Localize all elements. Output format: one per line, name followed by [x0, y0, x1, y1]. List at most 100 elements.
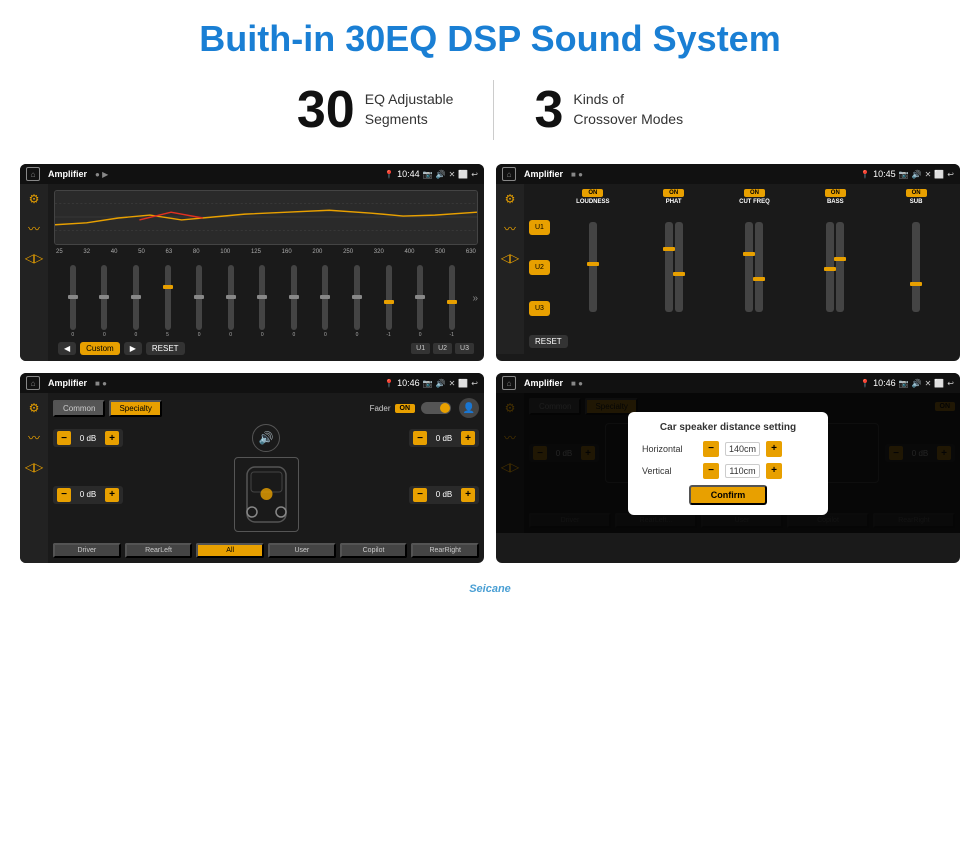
u2-btn[interactable]: U2: [433, 343, 452, 354]
sidebar-icon-eq[interactable]: ⚙: [29, 192, 40, 206]
distance-dialog: Car speaker distance setting Horizontal …: [628, 412, 828, 515]
sidebar-icon-wave3[interactable]: 〰: [28, 429, 40, 446]
person-icon: 👤: [459, 398, 479, 418]
speaker-layout: − 0 dB + 🔊 −: [53, 424, 479, 537]
specialty-tab[interactable]: Specialty: [109, 400, 161, 417]
crossover-stat: 3 Kinds of Crossover Modes: [494, 80, 723, 140]
dialog-title: Car speaker distance setting: [642, 422, 814, 433]
eq-nav: U1 U2 U3: [411, 343, 474, 354]
eq-graph: [54, 190, 478, 245]
u1-btn[interactable]: U1: [411, 343, 430, 354]
screen-body-4: ⚙ 〰 ◁▷ Common Specialty ON −0 dB+ −0 dB+…: [496, 393, 960, 533]
sidebar-icon-vol2[interactable]: ◁▷: [501, 251, 519, 265]
user-btn[interactable]: User: [268, 543, 336, 558]
fr-minus[interactable]: −: [413, 431, 427, 445]
sidebar-icon-vol3[interactable]: ◁▷: [25, 460, 43, 474]
bass-col: ON BASS: [796, 189, 874, 327]
status-bar-2: ⌂ Amplifier ■ ● 📍 10:45 📷 🔊 ✕ ⬜ ↩: [496, 164, 960, 184]
rl-plus[interactable]: +: [105, 488, 119, 502]
phat-col: ON PHAT: [635, 189, 713, 327]
play-prev-btn[interactable]: ◀: [58, 342, 76, 355]
horizontal-plus[interactable]: +: [766, 441, 782, 457]
home-icon-3[interactable]: ⌂: [26, 376, 40, 390]
sidebar-icon-eq3[interactable]: ⚙: [29, 401, 40, 415]
loudness-on[interactable]: ON: [582, 189, 603, 197]
u3-xo-btn[interactable]: U3: [529, 301, 550, 316]
cutfreq-on[interactable]: ON: [744, 189, 765, 197]
rl-minus[interactable]: −: [57, 488, 71, 502]
loudness-col: ON LOUDNESS: [554, 189, 632, 327]
sidebar-3: ⚙ 〰 ◁▷: [20, 393, 48, 563]
sidebar-icon-wave2[interactable]: 〰: [504, 220, 516, 237]
front-left-db: − 0 dB +: [53, 429, 123, 447]
home-icon-4[interactable]: ⌂: [502, 376, 516, 390]
rearleft-btn[interactable]: RearLeft: [125, 543, 193, 558]
u1-xo-btn[interactable]: U1: [529, 220, 550, 235]
screen-fader: ⌂ Amplifier ■ ● 📍 10:46 📷 🔊 ✕ ⬜ ↩ ⚙ 〰 ◁▷: [20, 373, 484, 563]
fader-label: Fader: [370, 404, 391, 413]
eq-text: EQ Adjustable Segments: [365, 90, 454, 129]
crossover-text: Kinds of Crossover Modes: [573, 90, 683, 129]
crossover-main: U1 U2 U3 ON LOUDNESS: [524, 184, 960, 354]
confirm-btn[interactable]: Confirm: [689, 485, 768, 505]
fl-plus[interactable]: +: [105, 431, 119, 445]
eq-arrow[interactable]: »: [472, 293, 478, 304]
screen-body-2: ⚙ 〰 ◁▷ U1 U2 U3 ON: [496, 184, 960, 354]
app-title-4: Amplifier: [524, 378, 563, 388]
sub-on[interactable]: ON: [906, 189, 927, 197]
screen-crossover: ⌂ Amplifier ■ ● 📍 10:45 📷 🔊 ✕ ⬜ ↩ ⚙ 〰 ◁▷: [496, 164, 960, 361]
sidebar-icon-eq2[interactable]: ⚙: [505, 192, 516, 206]
app-title-3: Amplifier: [48, 378, 87, 388]
horizontal-value: 140cm: [725, 442, 760, 456]
u-buttons: U1 U2 U3: [529, 189, 550, 327]
rr-plus[interactable]: +: [461, 488, 475, 502]
status-bar-3: ⌂ Amplifier ■ ● 📍 10:46 📷 🔊 ✕ ⬜ ↩: [20, 373, 484, 393]
status-bar-1: ⌂ Amplifier ● ▶ 📍 10:44 📷 🔊 ✕ ⬜ ↩: [20, 164, 484, 184]
u2-xo-btn[interactable]: U2: [529, 260, 550, 275]
stats-row: 30 EQ Adjustable Segments 3 Kinds of Cro…: [0, 70, 980, 156]
screen-body-3: ⚙ 〰 ◁▷ Common Specialty Fader ON 👤: [20, 393, 484, 563]
common-tab[interactable]: Common: [53, 400, 105, 417]
rear-right-db: − 0 dB +: [409, 486, 479, 504]
vertical-minus[interactable]: −: [703, 463, 719, 479]
fader-tabs: Common Specialty Fader ON 👤: [53, 398, 479, 418]
bass-on[interactable]: ON: [825, 189, 846, 197]
driver-btn[interactable]: Driver: [53, 543, 121, 558]
speaker-buttons: Driver RearLeft All User Copilot RearRig…: [53, 543, 479, 558]
rearright-btn[interactable]: RearRight: [411, 543, 479, 558]
status-icons-1: 📍 10:44 📷 🔊 ✕ ⬜ ↩: [384, 169, 478, 179]
home-icon-2[interactable]: ⌂: [502, 167, 516, 181]
sidebar-icon-vol[interactable]: ◁▷: [25, 251, 43, 265]
center-diagram: [128, 457, 404, 532]
xo-reset-btn[interactable]: RESET: [529, 335, 568, 348]
custom-btn[interactable]: Custom: [80, 342, 120, 355]
eq-freq-labels: 2532405063 80100125160200 25032040050063…: [54, 249, 478, 255]
watermark: Seicane: [0, 579, 980, 605]
screens-grid: ⌂ Amplifier ● ▶ 📍 10:44 📷 🔊 ✕ ⬜ ↩ ⚙ 〰 ◁▷: [0, 156, 980, 579]
status-icons-2: 📍 10:45 📷 🔊 ✕ ⬜ ↩: [860, 169, 954, 179]
vertical-label: Vertical: [642, 466, 697, 476]
rr-minus[interactable]: −: [413, 488, 427, 502]
screen-body-1: ⚙ 〰 ◁▷: [20, 184, 484, 361]
home-icon-1[interactable]: ⌂: [26, 167, 40, 181]
fl-minus[interactable]: −: [57, 431, 71, 445]
screen-eq: ⌂ Amplifier ● ▶ 📍 10:44 📷 🔊 ✕ ⬜ ↩ ⚙ 〰 ◁▷: [20, 164, 484, 361]
play-btn[interactable]: ▶: [124, 342, 142, 355]
status-icons-4: 📍 10:46 📷 🔊 ✕ ⬜ ↩: [860, 378, 954, 388]
all-btn[interactable]: All: [196, 543, 264, 558]
fr-plus[interactable]: +: [461, 431, 475, 445]
u3-btn[interactable]: U3: [455, 343, 474, 354]
sidebar-1: ⚙ 〰 ◁▷: [20, 184, 48, 361]
phat-on[interactable]: ON: [663, 189, 684, 197]
cutfreq-col: ON CUT FREQ: [716, 189, 794, 327]
horizontal-minus[interactable]: −: [703, 441, 719, 457]
crossover-number: 3: [534, 80, 563, 140]
eq-number: 30: [297, 80, 355, 140]
eq-main: 2532405063 80100125160200 25032040050063…: [48, 184, 484, 361]
eq-sliders: 0 0 0 5 0 0 0 0 0 0 -1 0 -1: [54, 258, 470, 338]
reset-btn[interactable]: RESET: [146, 342, 185, 355]
copilot-btn[interactable]: Copilot: [340, 543, 408, 558]
vertical-row: Vertical − 110cm +: [642, 463, 814, 479]
vertical-plus[interactable]: +: [766, 463, 782, 479]
sidebar-icon-wave[interactable]: 〰: [28, 220, 40, 237]
